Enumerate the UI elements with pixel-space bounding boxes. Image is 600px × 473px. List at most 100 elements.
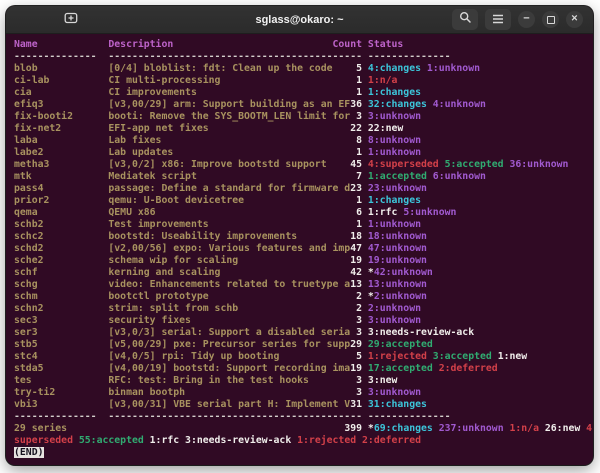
table-row: qema QEMU x86 6 1:rfc 5:unknown — [14, 207, 585, 219]
table-row: schg video: Enhancements related to true… — [14, 279, 585, 291]
status-segment: 2:unknown — [374, 291, 427, 302]
table-row: ser3 [v3,0/3] serial: Support a disabled… — [14, 327, 585, 339]
row-count: 36 — [350, 99, 362, 110]
separator-row: -------------- -------------------------… — [14, 51, 585, 63]
window-controls: − × — [452, 9, 583, 30]
status-segment: 3:unknown — [368, 315, 421, 326]
status-segment: 18:unknown — [368, 231, 427, 242]
maximize-button[interactable] — [542, 11, 559, 28]
status-segment: superseded — [14, 435, 73, 446]
status-segment: Status — [368, 39, 403, 50]
separator-row: -------------- -------------------------… — [14, 411, 585, 423]
table-row: schd2 [v2,00/56] expo: Various features … — [14, 243, 585, 255]
row-text: try-ti2 binman bootph — [14, 387, 356, 398]
row-text: tes RFC: test: Bring in the test hooks — [14, 375, 356, 386]
row-text: schg video: Enhancements related to true… — [14, 279, 350, 290]
status-segment: 17:accepted — [368, 363, 433, 374]
status-segment: 3:new — [368, 375, 398, 386]
table-row: prior2 qemu: U-Boot devicetree 1 1:chang… — [14, 195, 585, 207]
row-text: sche2 schema wip for scaling — [14, 255, 350, 266]
row-count: Count — [333, 39, 363, 50]
status-segment: 29:accepted — [368, 339, 433, 350]
row-text: stc4 [v4,0/5] rpi: Tidy up booting — [14, 351, 356, 362]
table-row: stb5 [v5,00/29] pxe: Precursor series fo… — [14, 339, 585, 351]
close-button[interactable]: × — [566, 11, 583, 28]
status-segment: 1:unknown — [421, 63, 480, 74]
table-row: fix-booti2 booti: Remove the SYS_BOOTM_L… — [14, 111, 585, 123]
status-segment: 1:rfc — [368, 207, 398, 218]
table-row: blob [0/4] bloblist: fdt: Clean up the c… — [14, 63, 585, 75]
totals-row: 29 series 399 *69:changes 237:unknown 1:… — [14, 423, 585, 435]
row-count: 13 — [350, 279, 362, 290]
status-segment: -------------- — [368, 411, 451, 422]
row-text: schm bootctl prototype — [14, 291, 356, 302]
row-count: 42 — [350, 267, 362, 278]
status-segment: 4:superseded — [368, 159, 439, 170]
status-segment: 1:rejected — [368, 351, 427, 362]
terminal-screen[interactable]: Name Description Count Status-----------… — [6, 34, 593, 459]
search-button[interactable] — [452, 9, 478, 30]
pager-line: (END) — [14, 447, 585, 459]
table-row: stc4 [v4,0/5] rpi: Tidy up booting 5 1:r… — [14, 351, 585, 363]
row-text: schf kerning and scaling — [14, 267, 350, 278]
table-row: schn2 strim: split from schb 2 2:unknown — [14, 303, 585, 315]
status-segment: 1:rejected — [291, 435, 356, 446]
titlebar[interactable]: sglass@okaro: ~ — [6, 6, 593, 34]
status-segment: 2:unknown — [368, 303, 421, 314]
status-segment: 1:n/a — [368, 75, 398, 86]
status-segment: 1:changes — [368, 195, 421, 206]
row-text: laba Lab fixes — [14, 135, 356, 146]
table-row: ci-lab CI multi-processing 1 1:n/a — [14, 75, 585, 87]
row-count: 47 — [350, 243, 362, 254]
table-row: schc2 bootstd: Useability improvements 1… — [14, 231, 585, 243]
row-text: blob [0/4] bloblist: fdt: Clean up the c… — [14, 63, 356, 74]
row-count: 22 — [350, 123, 362, 134]
row-text: 29 series — [14, 423, 344, 434]
search-icon — [459, 11, 472, 29]
row-count: ----- — [333, 51, 363, 62]
row-text: vbi3 [v3,00/31] VBE serial part H: Imple… — [14, 399, 350, 410]
row-text: prior2 qemu: U-Boot devicetree — [14, 195, 356, 206]
status-segment: 8:unknown — [368, 135, 421, 146]
row-count: 23 — [350, 183, 362, 194]
minimize-icon: − — [523, 14, 529, 25]
status-segment: 3:needs-review-ack — [368, 327, 474, 338]
table-row: try-ti2 binman bootph 3 3:unknown — [14, 387, 585, 399]
row-text: pass4 passage: Define a standard for fir… — [14, 183, 350, 194]
close-icon: × — [571, 14, 577, 25]
table-row: tes RFC: test: Bring in the test hooks 3… — [14, 375, 585, 387]
new-tab-button[interactable] — [58, 9, 84, 30]
row-text: metha3 [v3,0/2] x86: Improve bootstd sup… — [14, 159, 350, 170]
status-segment: 31:changes — [368, 399, 427, 410]
status-segment: 1:unknown — [368, 219, 421, 230]
row-text: labe2 Lab updates — [14, 147, 356, 158]
row-text: schc2 bootstd: Useability improvements — [14, 231, 350, 242]
row-text: stb5 [v5,00/29] pxe: Precursor series fo… — [14, 339, 350, 350]
row-text: qema QEMU x86 — [14, 207, 356, 218]
row-text: fix-net2 EFI-app net fixes — [14, 123, 350, 134]
new-tab-icon — [64, 11, 78, 29]
status-segment: 13:unknown — [368, 279, 427, 290]
row-text: fix-booti2 booti: Remove the SYS_BOOTM_L… — [14, 111, 356, 122]
row-count: 399 — [344, 423, 362, 434]
row-text: mtk Mediatek script — [14, 171, 356, 182]
row-text: cia CI improvements — [14, 87, 356, 98]
row-text: sec3 security fixes — [14, 315, 356, 326]
minimize-button[interactable]: − — [518, 11, 535, 28]
table-row: schb2 Test improvements 1 1:unknown — [14, 219, 585, 231]
status-segment: 19:unknown — [368, 255, 427, 266]
row-count: 31 — [350, 399, 362, 410]
status-segment: 42:unknown — [374, 267, 433, 278]
row-text: -------------- -------------------------… — [14, 411, 333, 422]
menu-button[interactable] — [485, 9, 511, 30]
maximize-icon — [547, 16, 555, 24]
status-segment: 4:unknown — [427, 99, 486, 110]
terminal-window: sglass@okaro: ~ — [6, 6, 593, 465]
table-row: stda5 [v4,00/19] bootstd: Support record… — [14, 363, 585, 375]
status-segment: 5:accepted — [439, 159, 504, 170]
status-segment: 2:deferred — [433, 363, 498, 374]
row-text: schb2 Test improvements — [14, 219, 356, 230]
row-text: stda5 [v4,00/19] bootstd: Support record… — [14, 363, 350, 374]
status-segment: 2:deferred — [356, 435, 421, 446]
row-count: 45 — [350, 159, 362, 170]
